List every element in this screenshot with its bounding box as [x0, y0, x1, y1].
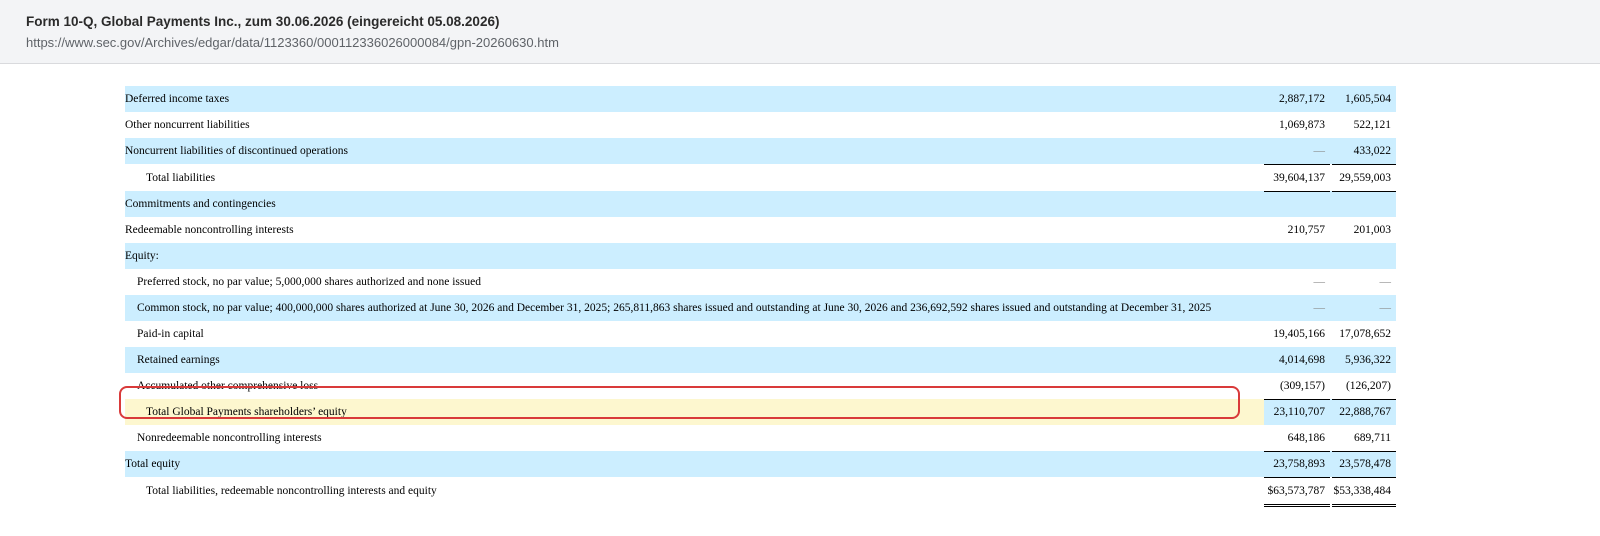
row-label: Total equity — [125, 451, 1262, 477]
value-2026: 4,014,698 — [1264, 347, 1330, 373]
table-row: Equity: — [125, 243, 1396, 269]
row-label: Preferred stock, no par value; 5,000,000… — [137, 276, 481, 288]
row-label: Retained earnings — [125, 347, 1262, 373]
value-2026: 19,405,166 — [1273, 328, 1325, 340]
table-row: Total liabilities, redeemable noncontrol… — [125, 477, 1396, 507]
value-2025: 522,121 — [1353, 119, 1391, 131]
value-2025: 1,605,504 — [1332, 86, 1396, 112]
row-label: Total liabilities, redeemable noncontrol… — [146, 485, 437, 497]
row-label: Paid-in capital — [137, 328, 204, 340]
table-row: Deferred income taxes 2,887,172 1,605,50… — [125, 86, 1396, 112]
value-2025: 201,003 — [1353, 224, 1391, 236]
value-2026: 23,758,893 — [1264, 451, 1330, 478]
row-label: Noncurrent liabilities of discontinued o… — [125, 138, 1262, 164]
value-2025: 29,559,003 — [1332, 164, 1396, 192]
table-row: Preferred stock, no par value; 5,000,000… — [125, 269, 1396, 295]
value-2025: $53,338,484 — [1332, 477, 1396, 507]
value-2026 — [1264, 191, 1330, 217]
value-2026: 39,604,137 — [1264, 164, 1330, 192]
value-2026: 2,887,172 — [1264, 86, 1330, 112]
value-2025: 23,578,478 — [1332, 451, 1396, 478]
table-row: Accumulated other comprehensive loss (30… — [125, 373, 1396, 400]
value-2026: $63,573,787 — [1264, 477, 1330, 507]
value-2025: 5,936,322 — [1332, 347, 1396, 373]
row-label: Accumulated other comprehensive loss — [137, 380, 319, 392]
table-row: Nonredeemable noncontrolling interests 6… — [125, 425, 1396, 452]
row-label: Deferred income taxes — [125, 86, 1262, 112]
table-row: Commitments and contingencies — [125, 191, 1396, 217]
row-label: Other noncurrent liabilities — [125, 119, 250, 131]
row-label: Common stock, no par value; 400,000,000 … — [125, 295, 1262, 321]
value-2026: 210,757 — [1287, 224, 1325, 236]
document-header: Form 10-Q, Global Payments Inc., zum 30.… — [0, 0, 1600, 64]
balance-sheet: Deferred income taxes 2,887,172 1,605,50… — [125, 86, 1396, 507]
document-title: Form 10-Q, Global Payments Inc., zum 30.… — [26, 14, 500, 29]
table-row: Paid-in capital 19,405,166 17,078,652 — [125, 321, 1396, 347]
value-2026: (309,157) — [1264, 373, 1330, 400]
table-row-highlighted: Total Global Payments shareholders’ equi… — [125, 399, 1396, 425]
row-label: Total Global Payments shareholders’ equi… — [125, 399, 1262, 425]
row-label: Commitments and contingencies — [125, 191, 1262, 217]
table-row: Total liabilities 39,604,137 29,559,003 — [125, 164, 1396, 192]
row-label: Redeemable noncontrolling interests — [125, 224, 294, 236]
value-2026: 648,186 — [1264, 425, 1330, 452]
value-2025: — — [1379, 276, 1392, 288]
value-2025: — — [1332, 295, 1396, 321]
row-label: Nonredeemable noncontrolling interests — [137, 432, 322, 444]
value-2025: (126,207) — [1332, 373, 1396, 400]
table-row: Retained earnings 4,014,698 5,936,322 — [125, 347, 1396, 373]
table-row: Total equity 23,758,893 23,578,478 — [125, 451, 1396, 478]
value-2025 — [1332, 243, 1396, 269]
value-2025: 433,022 — [1332, 138, 1396, 165]
value-2026: 1,069,873 — [1279, 119, 1325, 131]
table-row: Redeemable noncontrolling interests 210,… — [125, 217, 1396, 243]
row-label: Equity: — [125, 243, 1262, 269]
value-2026: 23,110,707 — [1264, 399, 1330, 425]
row-label: Total liabilities — [146, 171, 216, 184]
table-row: Common stock, no par value; 400,000,000 … — [125, 295, 1396, 321]
value-2026 — [1264, 243, 1330, 269]
value-2026: — — [1264, 138, 1330, 165]
value-2026: — — [1313, 276, 1326, 288]
value-2025: 17,078,652 — [1339, 328, 1391, 340]
value-2025 — [1332, 191, 1396, 217]
balance-sheet-table: Deferred income taxes 2,887,172 1,605,50… — [125, 86, 1396, 507]
document-url[interactable]: https://www.sec.gov/Archives/edgar/data/… — [26, 35, 559, 50]
value-2026: — — [1264, 295, 1330, 321]
value-2025: 689,711 — [1332, 425, 1396, 452]
table-row: Other noncurrent liabilities 1,069,873 5… — [125, 112, 1396, 138]
table-row: Noncurrent liabilities of discontinued o… — [125, 138, 1396, 165]
value-2025: 22,888,767 — [1332, 399, 1396, 425]
